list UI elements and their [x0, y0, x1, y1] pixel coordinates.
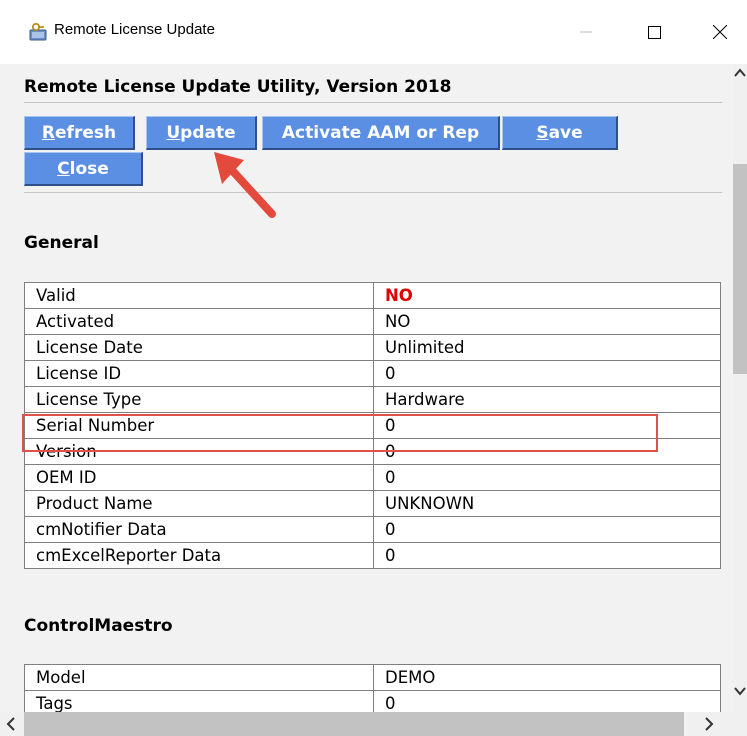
row-value: NO — [373, 282, 721, 309]
row-value: DEMO — [373, 664, 721, 691]
row-key: License Date — [24, 334, 374, 361]
close-window-button[interactable] — [690, 0, 747, 64]
close-label: lose — [69, 158, 109, 179]
activate-label: Activate AAM or Rep — [281, 122, 480, 143]
row-value: 0 — [373, 464, 721, 491]
table-row: Activated NO — [24, 308, 721, 335]
horizontal-scrollbar[interactable] — [0, 712, 733, 736]
table-row: Model DEMO — [24, 664, 721, 691]
row-key: Model — [24, 664, 374, 691]
update-button[interactable]: Update — [146, 116, 257, 150]
red-arrow-icon — [214, 152, 276, 218]
table-row: License Date Unlimited — [24, 334, 721, 361]
row-value: Unlimited — [373, 334, 721, 361]
row-key: Valid — [24, 282, 374, 309]
row-value: 0 — [373, 516, 721, 543]
row-value: 0 — [373, 360, 721, 387]
section-title-general: General — [24, 233, 99, 253]
row-key: OEM ID — [24, 464, 374, 491]
table-row: License ID 0 — [24, 360, 721, 387]
minimize-button[interactable] — [556, 0, 616, 64]
maximize-icon — [647, 25, 661, 39]
update-label: pdate — [180, 122, 236, 143]
close-button[interactable]: Close — [24, 152, 143, 186]
close-accel: C — [57, 158, 70, 179]
row-value: NO — [373, 308, 721, 335]
key-folder-icon — [29, 22, 47, 41]
table-row: Valid NO — [24, 282, 721, 309]
page-title: Remote License Update Utility, Version 2… — [24, 77, 452, 97]
save-label: ave — [548, 122, 583, 143]
table-row: cmExcelReporter Data 0 — [24, 542, 721, 569]
section-title-controlmaestro: ControlMaestro — [24, 616, 173, 636]
scroll-down-icon[interactable] — [734, 686, 746, 696]
row-key: License Type — [24, 386, 374, 413]
table-row: cmNotifier Data 0 — [24, 516, 721, 543]
divider-toolbar — [24, 192, 722, 193]
row-key: cmExcelReporter Data — [24, 542, 374, 569]
content-area: Remote License Update Utility, Version 2… — [0, 64, 733, 736]
table-row: OEM ID 0 — [24, 464, 721, 491]
controlmaestro-table: Model DEMO Tags 0 — [24, 664, 721, 717]
vertical-scroll-thumb[interactable] — [733, 164, 747, 374]
scroll-left-icon[interactable] — [6, 717, 16, 731]
minimize-icon — [580, 31, 592, 33]
save-accel: S — [536, 122, 549, 143]
update-accel: U — [166, 122, 181, 143]
serial-number-highlight — [22, 414, 658, 452]
row-key: License ID — [24, 360, 374, 387]
scroll-right-icon[interactable] — [704, 717, 714, 731]
row-key: cmNotifier Data — [24, 516, 374, 543]
row-value: UNKNOWN — [373, 490, 721, 517]
row-key: Product Name — [24, 490, 374, 517]
table-row: Product Name UNKNOWN — [24, 490, 721, 517]
activate-aam-button[interactable]: Activate AAM or Rep — [262, 116, 500, 150]
maximize-button[interactable] — [624, 0, 684, 64]
close-icon — [713, 25, 727, 39]
window-title: Remote License Update — [54, 21, 215, 38]
scroll-up-icon[interactable] — [734, 68, 746, 78]
row-key: Activated — [24, 308, 374, 335]
refresh-label: efresh — [55, 122, 117, 143]
refresh-button[interactable]: Refresh — [24, 116, 135, 150]
table-row: License Type Hardware — [24, 386, 721, 413]
save-button[interactable]: Save — [502, 116, 618, 150]
row-value: Hardware — [373, 386, 721, 413]
divider-top — [24, 102, 722, 103]
title-bar: Remote License Update — [0, 0, 747, 64]
vertical-scrollbar[interactable] — [733, 64, 747, 736]
refresh-accel: R — [41, 122, 56, 143]
horizontal-scroll-thumb[interactable] — [24, 712, 684, 736]
row-value: 0 — [373, 542, 721, 569]
